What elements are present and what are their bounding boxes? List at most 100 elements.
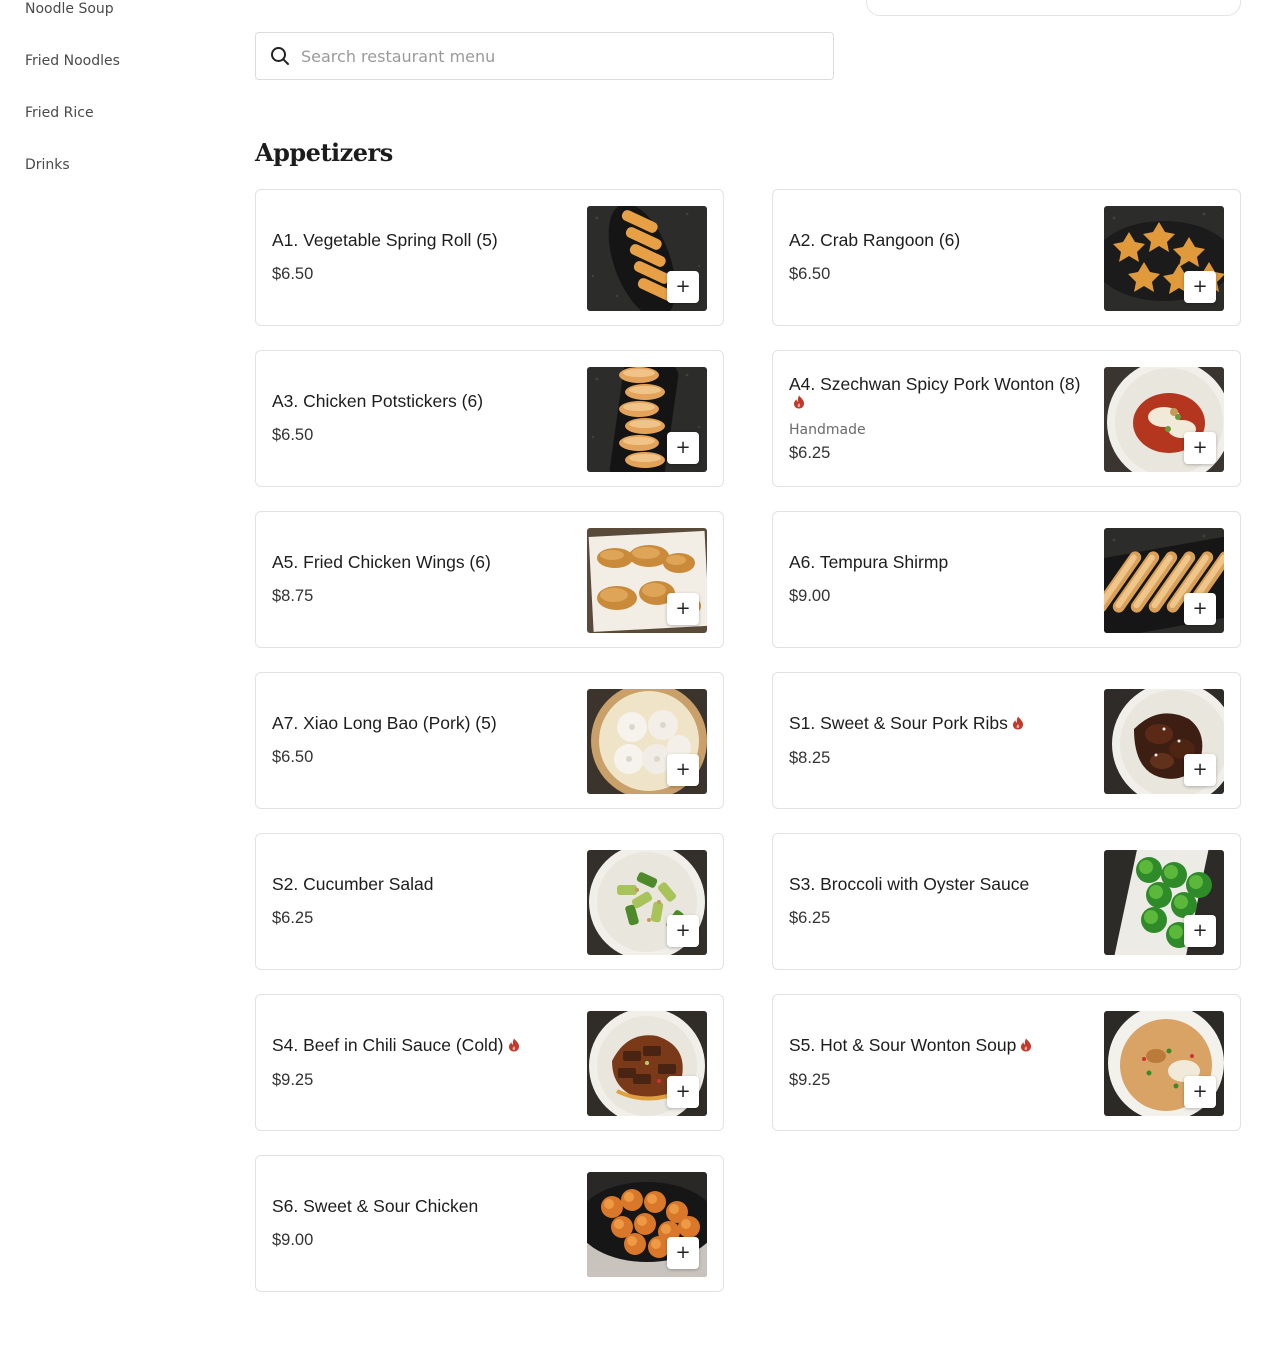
menu-item-info: A3. Chicken Potstickers (6) $6.50: [272, 351, 572, 486]
add-to-cart-button[interactable]: +: [667, 754, 699, 786]
menu-item-card[interactable]: S5. Hot & Sour Wonton Soup $9.25 +: [772, 994, 1241, 1131]
menu-item-photo[interactable]: +: [587, 1011, 707, 1116]
add-to-cart-button[interactable]: +: [1184, 593, 1216, 625]
menu-item-card[interactable]: S3. Broccoli with Oyster Sauce $6.25 +: [772, 833, 1241, 970]
sidebar-item-fried-noodles[interactable]: Fried Noodles: [25, 53, 120, 69]
spicy-chili-icon: [1020, 1037, 1032, 1055]
menu-item-info: S6. Sweet & Sour Chicken $9.00: [272, 1156, 572, 1291]
menu-item-name: A4. Szechwan Spicy Pork Wonton (8): [789, 375, 1089, 412]
menu-item-photo[interactable]: +: [1104, 1011, 1224, 1116]
menu-item-info: S4. Beef in Chili Sauce (Cold) $9.25: [272, 995, 572, 1130]
search-input[interactable]: [301, 33, 833, 79]
menu-item-card[interactable]: A4. Szechwan Spicy Pork Wonton (8) Handma…: [772, 350, 1241, 487]
menu-item-name-text: A4. Szechwan Spicy Pork Wonton (8): [789, 373, 1081, 394]
menu-item-photo[interactable]: +: [587, 689, 707, 794]
menu-item-name: S1. Sweet & Sour Pork Ribs: [789, 714, 1089, 733]
menu-item-name: A2. Crab Rangoon (6): [789, 231, 1089, 249]
menu-item-photo[interactable]: +: [1104, 367, 1224, 472]
menu-item-photo[interactable]: +: [587, 1172, 707, 1277]
sidebar-item-fried-rice[interactable]: Fried Rice: [25, 105, 94, 121]
menu-item-name: S6. Sweet & Sour Chicken: [272, 1197, 572, 1215]
top-panel: [866, 0, 1241, 16]
menu-item-price: $9.00: [272, 1231, 314, 1249]
menu-item-name: A5. Fried Chicken Wings (6): [272, 553, 572, 571]
menu-item-name-text: A3. Chicken Potstickers (6): [272, 391, 484, 411]
add-to-cart-button[interactable]: +: [667, 432, 699, 464]
menu-item-price: $6.50: [272, 265, 314, 283]
menu-item-card[interactable]: A6. Tempura Shirmp $9.00 +: [772, 511, 1241, 648]
section-title: Appetizers: [255, 138, 393, 167]
menu-item-price: $6.50: [789, 265, 831, 283]
menu-item-info: S5. Hot & Sour Wonton Soup $9.25: [789, 995, 1089, 1130]
menu-item-name: S5. Hot & Sour Wonton Soup: [789, 1036, 1089, 1055]
menu-item-card[interactable]: S4. Beef in Chili Sauce (Cold) $9.25 +: [255, 994, 724, 1131]
spicy-chili-icon: [793, 394, 805, 412]
menu-item-name: A1. Vegetable Spring Roll (5): [272, 231, 572, 249]
menu-item-name: A3. Chicken Potstickers (6): [272, 392, 572, 410]
add-to-cart-button[interactable]: +: [667, 271, 699, 303]
menu-item-info: S3. Broccoli with Oyster Sauce $6.25: [789, 834, 1089, 969]
menu-item-info: A5. Fried Chicken Wings (6) $8.75: [272, 512, 572, 647]
add-to-cart-button[interactable]: +: [1184, 754, 1216, 786]
menu-item-name-text: A7. Xiao Long Bao (Pork) (5): [272, 713, 497, 733]
menu-item-card[interactable]: A2. Crab Rangoon (6) $6.50 +: [772, 189, 1241, 326]
menu-item-name-text: A6. Tempura Shirmp: [789, 552, 949, 572]
menu-item-name-text: A2. Crab Rangoon (6): [789, 230, 961, 250]
menu-item-card[interactable]: S6. Sweet & Sour Chicken $9.00 +: [255, 1155, 724, 1292]
add-to-cart-button[interactable]: +: [1184, 432, 1216, 464]
menu-item-description: Handmade: [789, 421, 866, 438]
menu-item-photo[interactable]: +: [1104, 850, 1224, 955]
menu-item-info: S2. Cucumber Salad $6.25: [272, 834, 572, 969]
menu-item-photo[interactable]: +: [587, 367, 707, 472]
menu-item-name: S3. Broccoli with Oyster Sauce: [789, 875, 1089, 893]
menu-item-photo[interactable]: +: [1104, 528, 1224, 633]
menu-item-card[interactable]: A1. Vegetable Spring Roll (5) $6.50 +: [255, 189, 724, 326]
menu-item-name-text: S3. Broccoli with Oyster Sauce: [789, 874, 1030, 894]
menu-item-card[interactable]: A5. Fried Chicken Wings (6) $8.75 +: [255, 511, 724, 648]
menu-item-card[interactable]: S1. Sweet & Sour Pork Ribs $8.25 +: [772, 672, 1241, 809]
menu-item-name-text: S1. Sweet & Sour Pork Ribs: [789, 712, 1008, 733]
add-to-cart-button[interactable]: +: [1184, 915, 1216, 947]
menu-item-info: A6. Tempura Shirmp $9.00: [789, 512, 1089, 647]
menu-item-info: A1. Vegetable Spring Roll (5) $6.50: [272, 190, 572, 325]
menu-item-photo[interactable]: +: [1104, 689, 1224, 794]
menu-item-price: $6.50: [272, 748, 314, 766]
menu-item-name-text: S4. Beef in Chili Sauce (Cold): [272, 1034, 504, 1055]
search-icon: [269, 45, 291, 67]
menu-item-photo[interactable]: +: [587, 206, 707, 311]
menu-item-info: A7. Xiao Long Bao (Pork) (5) $6.50: [272, 673, 572, 808]
sidebar-item-noodle-soup[interactable]: Noodle Soup: [25, 1, 114, 17]
menu-item-photo[interactable]: +: [587, 850, 707, 955]
add-to-cart-button[interactable]: +: [667, 1237, 699, 1269]
add-to-cart-button[interactable]: +: [1184, 1076, 1216, 1108]
menu-item-price: $6.50: [272, 426, 314, 444]
menu-item-photo[interactable]: +: [587, 528, 707, 633]
add-to-cart-button[interactable]: +: [667, 1076, 699, 1108]
menu-item-card[interactable]: A3. Chicken Potstickers (6) $6.50 +: [255, 350, 724, 487]
sidebar-item-drinks[interactable]: Drinks: [25, 157, 70, 173]
menu-item-name-text: S6. Sweet & Sour Chicken: [272, 1196, 479, 1216]
menu-item-price: $6.25: [789, 909, 831, 927]
menu-item-card[interactable]: A7. Xiao Long Bao (Pork) (5) $6.50 +: [255, 672, 724, 809]
menu-item-name-text: S5. Hot & Sour Wonton Soup: [789, 1034, 1017, 1055]
menu-search-box[interactable]: [255, 32, 834, 80]
add-to-cart-button[interactable]: +: [1184, 271, 1216, 303]
spicy-chili-icon: [508, 1037, 520, 1055]
menu-item-price: $9.25: [272, 1070, 314, 1089]
menu-item-info: A4. Szechwan Spicy Pork Wonton (8) Handma…: [789, 351, 1089, 486]
add-to-cart-button[interactable]: +: [667, 915, 699, 947]
menu-item-name-text: S2. Cucumber Salad: [272, 874, 434, 894]
menu-item-name: S2. Cucumber Salad: [272, 875, 572, 893]
menu-item-price: $8.25: [789, 748, 831, 767]
menu-item-name-text: A5. Fried Chicken Wings (6): [272, 552, 491, 572]
menu-item-price: $9.25: [789, 1070, 831, 1089]
menu-item-name: A7. Xiao Long Bao (Pork) (5): [272, 714, 572, 732]
menu-item-card[interactable]: S2. Cucumber Salad $6.25 +: [255, 833, 724, 970]
menu-item-name: S4. Beef in Chili Sauce (Cold): [272, 1036, 572, 1055]
add-to-cart-button[interactable]: +: [667, 593, 699, 625]
menu-item-price: $6.25: [789, 443, 831, 462]
menu-item-price: $6.25: [272, 909, 314, 927]
menu-item-photo[interactable]: +: [1104, 206, 1224, 311]
spicy-chili-icon: [1012, 715, 1024, 733]
menu-item-name-text: A1. Vegetable Spring Roll (5): [272, 230, 498, 250]
